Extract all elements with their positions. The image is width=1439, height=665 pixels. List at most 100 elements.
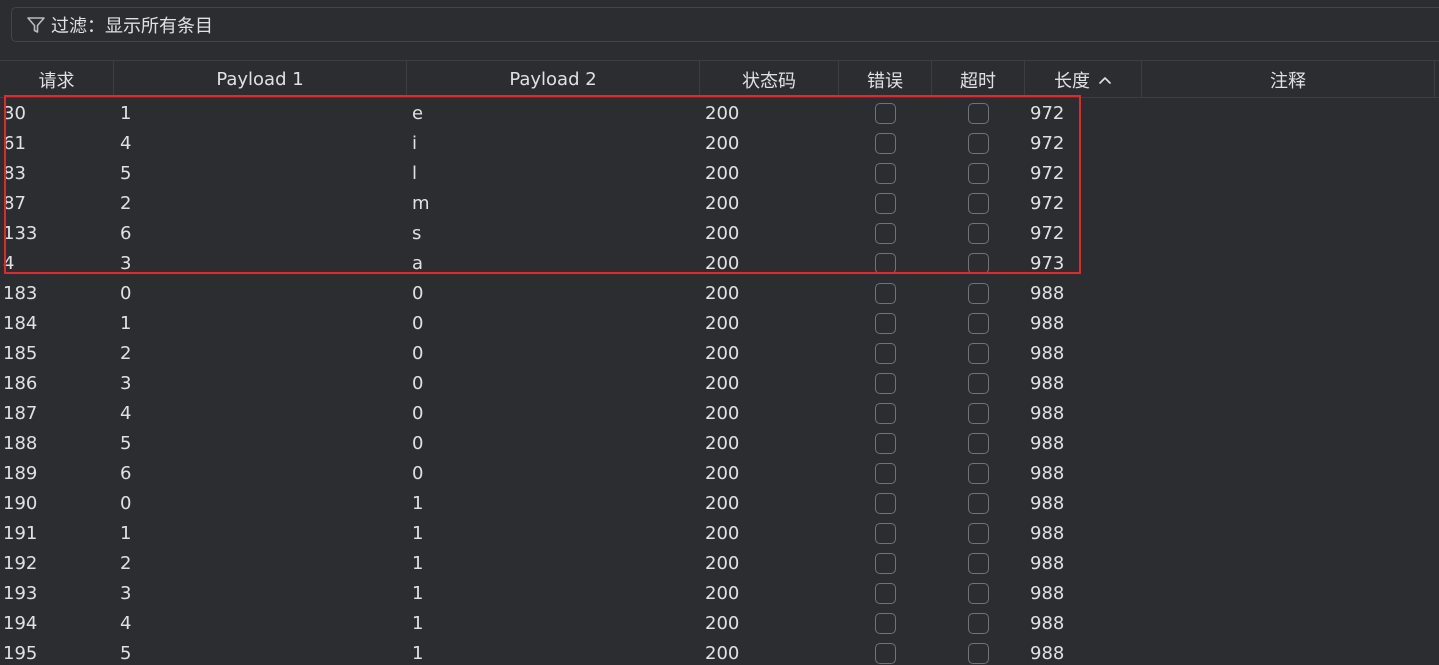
error-checkbox[interactable] xyxy=(875,583,896,604)
cell-payload1: 0 xyxy=(120,493,132,514)
table-row[interactable]: 30 1 e 200 972 xyxy=(0,99,1439,129)
table-row[interactable]: 185 2 0 200 988 xyxy=(0,339,1439,369)
timeout-checkbox[interactable] xyxy=(968,133,989,154)
column-header-status[interactable]: 状态码 xyxy=(700,61,839,98)
cell-payload1: 2 xyxy=(120,553,132,574)
error-checkbox[interactable] xyxy=(875,463,896,484)
cell-payload1: 2 xyxy=(120,193,132,214)
cell-payload1: 5 xyxy=(120,433,132,454)
column-header-timeout[interactable]: 超时 xyxy=(932,61,1025,98)
timeout-checkbox[interactable] xyxy=(968,613,989,634)
timeout-checkbox[interactable] xyxy=(968,403,989,424)
error-checkbox[interactable] xyxy=(875,313,896,334)
cell-payload2: 1 xyxy=(412,583,424,604)
table-row[interactable]: 61 4 i 200 972 xyxy=(0,129,1439,159)
cell-comment xyxy=(1147,399,1427,429)
table-row[interactable]: 83 5 l 200 972 xyxy=(0,159,1439,189)
cell-request: 191 xyxy=(3,523,38,544)
timeout-checkbox[interactable] xyxy=(968,253,989,274)
error-checkbox[interactable] xyxy=(875,433,896,454)
error-checkbox[interactable] xyxy=(875,253,896,274)
column-header-request-label: 请求 xyxy=(38,70,75,92)
column-header-comment[interactable]: 注释 xyxy=(1142,61,1435,98)
error-checkbox[interactable] xyxy=(875,133,896,154)
table-row[interactable]: 195 5 1 200 988 xyxy=(0,639,1439,665)
table-row[interactable]: 4 3 a 200 973 xyxy=(0,249,1439,279)
timeout-checkbox[interactable] xyxy=(968,283,989,304)
timeout-checkbox[interactable] xyxy=(968,343,989,364)
cell-payload2: s xyxy=(412,223,422,244)
cell-length: 972 xyxy=(1030,133,1065,154)
column-header-length-label: 长度 xyxy=(1054,70,1090,92)
table-row[interactable]: 192 2 1 200 988 xyxy=(0,549,1439,579)
timeout-checkbox[interactable] xyxy=(968,553,989,574)
error-checkbox[interactable] xyxy=(875,223,896,244)
column-header-payload1[interactable]: Payload 1 xyxy=(114,61,407,98)
cell-payload2: 1 xyxy=(412,493,424,514)
table-row[interactable]: 183 0 0 200 988 xyxy=(0,279,1439,309)
cell-payload2: e xyxy=(412,103,424,124)
error-checkbox[interactable] xyxy=(875,523,896,544)
cell-payload2: 1 xyxy=(412,643,424,664)
error-checkbox[interactable] xyxy=(875,163,896,184)
cell-comment xyxy=(1147,369,1427,399)
table-row[interactable]: 191 1 1 200 988 xyxy=(0,519,1439,549)
timeout-checkbox[interactable] xyxy=(968,643,989,664)
timeout-checkbox[interactable] xyxy=(968,523,989,544)
cell-status: 200 xyxy=(705,103,740,124)
filter-bar[interactable]: 过滤：显示所有条目 xyxy=(11,7,1439,42)
table-row[interactable]: 190 0 1 200 988 xyxy=(0,489,1439,519)
error-checkbox[interactable] xyxy=(875,493,896,514)
timeout-checkbox[interactable] xyxy=(968,313,989,334)
timeout-checkbox[interactable] xyxy=(968,463,989,484)
cell-payload2: i xyxy=(412,133,418,154)
timeout-checkbox[interactable] xyxy=(968,223,989,244)
column-header-error-label: 错误 xyxy=(867,70,903,92)
error-checkbox[interactable] xyxy=(875,103,896,124)
cell-comment xyxy=(1147,99,1427,129)
cell-payload1: 1 xyxy=(120,523,132,544)
cell-status: 200 xyxy=(705,193,740,214)
timeout-checkbox[interactable] xyxy=(968,193,989,214)
error-checkbox[interactable] xyxy=(875,613,896,634)
table-row[interactable]: 194 4 1 200 988 xyxy=(0,609,1439,639)
error-checkbox[interactable] xyxy=(875,403,896,424)
table-row[interactable]: 87 2 m 200 972 xyxy=(0,189,1439,219)
table-row[interactable]: 188 5 0 200 988 xyxy=(0,429,1439,459)
error-checkbox[interactable] xyxy=(875,553,896,574)
table-row[interactable]: 133 6 s 200 972 xyxy=(0,219,1439,249)
column-header-length[interactable]: 长度 xyxy=(1025,61,1142,98)
error-checkbox[interactable] xyxy=(875,193,896,214)
column-header-payload2[interactable]: Payload 2 xyxy=(407,61,700,98)
table-row[interactable]: 193 3 1 200 988 xyxy=(0,579,1439,609)
error-checkbox[interactable] xyxy=(875,343,896,364)
column-header-request[interactable]: 请求 xyxy=(0,61,114,98)
table-row[interactable]: 184 1 0 200 988 xyxy=(0,309,1439,339)
timeout-checkbox[interactable] xyxy=(968,103,989,124)
table-row[interactable]: 186 3 0 200 988 xyxy=(0,369,1439,399)
column-header-comment-label: 注释 xyxy=(1270,70,1306,92)
cell-comment xyxy=(1147,429,1427,459)
error-checkbox[interactable] xyxy=(875,643,896,664)
timeout-checkbox[interactable] xyxy=(968,583,989,604)
cell-status: 200 xyxy=(705,433,740,454)
cell-comment xyxy=(1147,189,1427,219)
vertical-scrollbar[interactable] xyxy=(1435,98,1439,665)
cell-status: 200 xyxy=(705,463,740,484)
column-header-payload2-label: Payload 2 xyxy=(509,69,597,90)
cell-status: 200 xyxy=(705,223,740,244)
column-header-timeout-label: 超时 xyxy=(960,70,996,92)
table-row[interactable]: 187 4 0 200 988 xyxy=(0,399,1439,429)
timeout-checkbox[interactable] xyxy=(968,373,989,394)
cell-comment xyxy=(1147,249,1427,279)
timeout-checkbox[interactable] xyxy=(968,433,989,454)
column-header-error[interactable]: 错误 xyxy=(839,61,932,98)
timeout-checkbox[interactable] xyxy=(968,493,989,514)
cell-payload2: m xyxy=(412,193,430,214)
timeout-checkbox[interactable] xyxy=(968,163,989,184)
table-row[interactable]: 189 6 0 200 988 xyxy=(0,459,1439,489)
cell-payload2: 0 xyxy=(412,463,424,484)
cell-length: 988 xyxy=(1030,373,1065,394)
error-checkbox[interactable] xyxy=(875,283,896,304)
error-checkbox[interactable] xyxy=(875,373,896,394)
